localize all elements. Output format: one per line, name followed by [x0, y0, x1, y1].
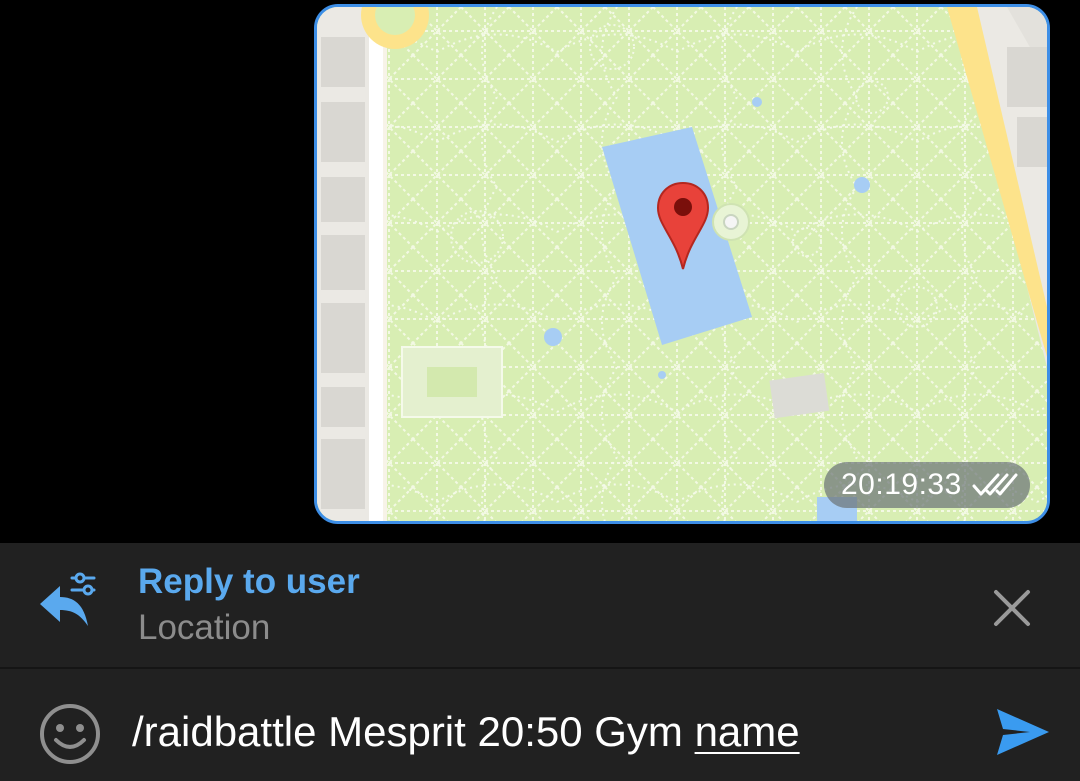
- double-check-icon: [972, 473, 1018, 496]
- location-message-bubble[interactable]: 20:19:33: [314, 4, 1050, 524]
- reply-title: Reply to user: [138, 562, 360, 601]
- reply-settings-icon: [40, 572, 96, 626]
- chat-area[interactable]: 20:19:33: [0, 0, 1080, 543]
- reply-subtitle: Location: [138, 608, 271, 647]
- message-input-text: /raidbattle Mesprit 20:50 Gym: [132, 708, 695, 755]
- message-input-underlined-word: name: [694, 708, 800, 755]
- location-pin-icon: [656, 181, 710, 270]
- send-icon[interactable]: [994, 706, 1052, 758]
- message-time-badge: 20:19:33: [824, 462, 1030, 508]
- message-time: 20:19:33: [841, 468, 962, 501]
- telegram-chat-screen: 20:19:33 Reply to user Location /raidbat…: [0, 0, 1080, 781]
- emoji-icon[interactable]: [38, 702, 102, 766]
- close-icon[interactable]: [988, 584, 1036, 632]
- message-input[interactable]: /raidbattle Mesprit 20:50 Gym name: [132, 704, 972, 760]
